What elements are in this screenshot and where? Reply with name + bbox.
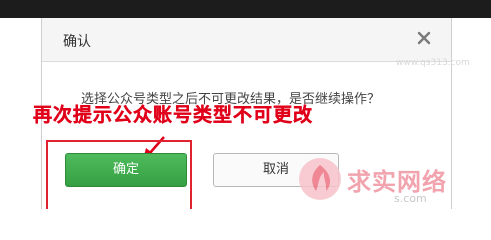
watermark-logo-icon [299,158,341,200]
screenshot-stage: 确认 选择公众号类型之后不可更改结果，是否继续操作？ www.qs313.com… [0,0,491,209]
browser-top-strip [0,0,491,18]
annotation-callout: 再次提示公众账号类型不可更改 [33,104,314,126]
watermark-sub: s.com [394,192,427,205]
confirm-button[interactable]: 确定 [65,153,187,187]
dialog-title: 确认 [63,34,91,50]
watermark-url: www.qs313.com [396,58,470,68]
close-icon[interactable] [414,28,434,48]
dialog-header: 确认 [42,18,451,62]
